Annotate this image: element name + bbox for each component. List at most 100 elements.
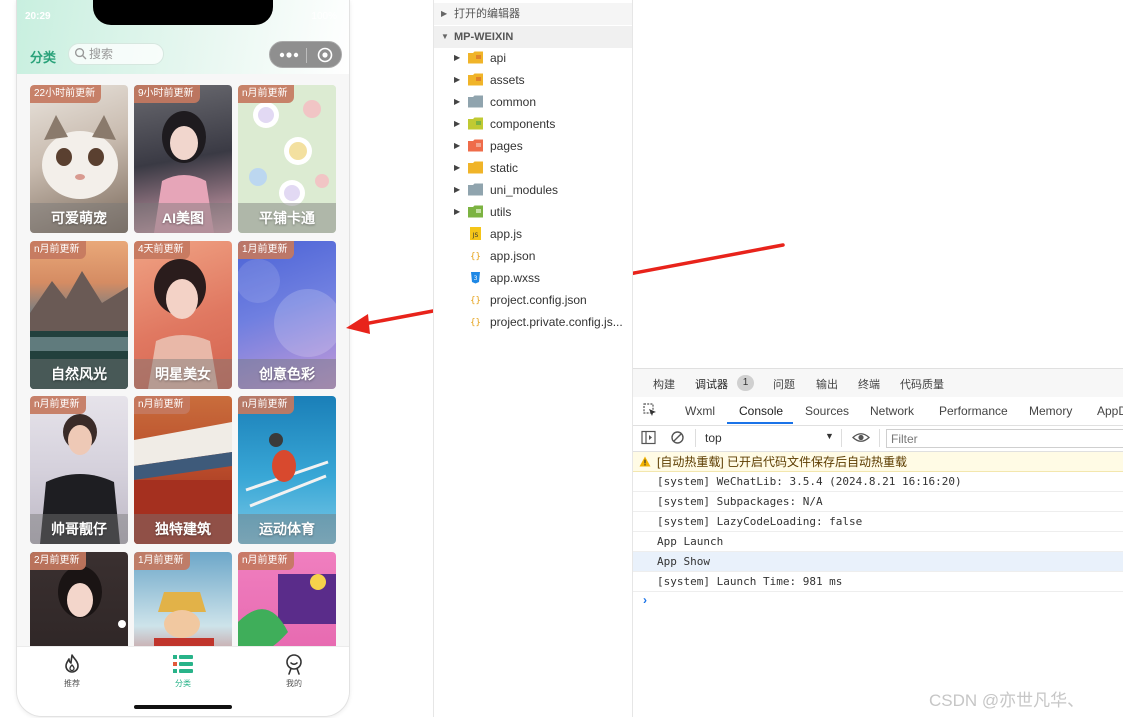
- mini-program-capsule: [269, 41, 342, 68]
- chevron-right-icon: ▶: [454, 141, 461, 150]
- tab-category[interactable]: 分类: [128, 653, 238, 693]
- tab-code-quality[interactable]: 代码质量: [900, 376, 944, 392]
- warning-icon: [639, 456, 651, 467]
- tab-problems[interactable]: 问题: [773, 376, 795, 392]
- file-project-private-config[interactable]: {} project.private.config.js...: [434, 311, 632, 333]
- tab-mine[interactable]: 我的: [239, 653, 349, 693]
- tree-item-label: app.json: [490, 249, 536, 263]
- file-project-config-json[interactable]: {} project.config.json: [434, 289, 632, 311]
- folder-components[interactable]: ▶ components: [434, 113, 632, 135]
- tab-terminal[interactable]: 终端: [858, 376, 880, 392]
- tab-build[interactable]: 构建: [653, 376, 675, 392]
- section-label: 打开的编辑器: [454, 8, 520, 20]
- folder-common[interactable]: ▶ common: [434, 91, 632, 113]
- filter-input[interactable]: [886, 429, 1123, 448]
- debugger-count-badge: 1: [737, 375, 754, 391]
- folder-icon: [468, 139, 483, 152]
- close-miniprogram-icon[interactable]: [317, 47, 333, 63]
- phone-simulator: 20:29 100% 分类 搜索 22小时前更新 可爱萌宠 9小时前更新 AI美…: [16, 0, 350, 717]
- more-icon[interactable]: [279, 50, 299, 60]
- tab-appdata[interactable]: AppD: [1097, 404, 1123, 418]
- category-card[interactable]: n月前更新 帅哥靓仔: [30, 396, 128, 544]
- folder-utils[interactable]: ▶ utils: [434, 201, 632, 223]
- folder-api[interactable]: ▶ api: [434, 47, 632, 69]
- category-card[interactable]: n月前更新: [238, 552, 336, 646]
- tab-recommend[interactable]: 推荐: [17, 653, 127, 693]
- project-section[interactable]: ▼ MP-WEIXIN: [434, 26, 632, 48]
- category-caption: 帅哥靓仔: [30, 514, 128, 544]
- folder-static[interactable]: ▶ static: [434, 157, 632, 179]
- category-caption: 可爱萌宠: [30, 203, 128, 233]
- tab-wxml[interactable]: Wxml: [685, 404, 715, 418]
- category-card[interactable]: 4天前更新 明星美女: [134, 241, 232, 389]
- clear-console-icon[interactable]: [670, 430, 685, 445]
- open-editors-section[interactable]: ▶ 打开的编辑器: [434, 3, 632, 25]
- tab-console[interactable]: Console: [739, 404, 783, 418]
- category-list-icon: [173, 655, 193, 673]
- console-log: [system] Subpackages: N/A: [633, 492, 1123, 512]
- search-box[interactable]: [68, 43, 164, 65]
- svg-text:JS: JS: [472, 232, 479, 239]
- eye-icon[interactable]: [852, 430, 870, 445]
- chevron-right-icon: ▶: [454, 75, 461, 84]
- tab-memory[interactable]: Memory: [1029, 404, 1072, 418]
- chevron-right-icon: ▶: [454, 163, 461, 172]
- console-prompt[interactable]: ›: [643, 593, 647, 607]
- category-card[interactable]: 22小时前更新 可爱萌宠: [30, 85, 128, 233]
- folder-icon: [468, 205, 483, 218]
- file-app-js[interactable]: JS app.js: [434, 223, 632, 245]
- category-card[interactable]: 2月前更新: [30, 552, 128, 646]
- category-card[interactable]: 9小时前更新 AI美图: [134, 85, 232, 233]
- folder-assets[interactable]: ▶ assets: [434, 69, 632, 91]
- devtools-panel: 构建 调试器 1 问题 输出 终端 代码质量 Wxml Console Sour…: [633, 368, 1123, 718]
- chevron-right-icon: ▶: [441, 9, 448, 18]
- update-badge: n月前更新: [238, 85, 294, 103]
- tree-item-label: app.js: [490, 227, 523, 241]
- folder-icon: [468, 51, 483, 64]
- home-indicator: [134, 705, 232, 709]
- phone-notch: [93, 0, 273, 25]
- tree-item-label: api: [490, 51, 507, 65]
- log-text: [system] LazyCodeLoading: false: [657, 515, 863, 528]
- category-card[interactable]: n月前更新 运动体育: [238, 396, 336, 544]
- inspect-element-icon[interactable]: [643, 403, 657, 417]
- svg-text:{}: {}: [470, 252, 481, 262]
- file-app-json[interactable]: {} app.json: [434, 245, 632, 267]
- console-log: [system] WeChatLib: 3.5.4 (2024.8.21 16:…: [633, 472, 1123, 492]
- context-select[interactable]: top: [705, 431, 722, 445]
- tree-item-label: utils: [490, 205, 512, 219]
- tree-item-label: common: [490, 95, 537, 109]
- tree-item-label: pages: [490, 139, 523, 153]
- file-app-wxss[interactable]: 3 app.wxss: [434, 267, 632, 289]
- category-card[interactable]: n月前更新 平铺卡通: [238, 85, 336, 233]
- tab-debugger[interactable]: 调试器: [695, 376, 728, 392]
- search-input[interactable]: [89, 46, 159, 62]
- tab-network[interactable]: Network: [870, 404, 914, 418]
- update-badge: n月前更新: [134, 396, 190, 414]
- category-card[interactable]: n月前更新 独特建筑: [134, 396, 232, 544]
- chevron-right-icon: ▶: [454, 185, 461, 194]
- log-text: [system] Launch Time: 981 ms: [657, 575, 843, 588]
- tree-item-label: project.private.config.js...: [490, 315, 623, 329]
- category-card[interactable]: n月前更新 自然风光: [30, 241, 128, 389]
- tab-label: 我的: [286, 679, 302, 688]
- update-badge: 1月前更新: [238, 241, 294, 259]
- chevron-right-icon: ▶: [454, 97, 461, 106]
- folder-pages[interactable]: ▶ pages: [434, 135, 632, 157]
- tab-output[interactable]: 输出: [816, 376, 838, 392]
- console-log: App Show: [633, 552, 1123, 572]
- chevron-down-icon[interactable]: ▼: [825, 431, 834, 441]
- category-caption: 明星美女: [134, 359, 232, 389]
- folder-uni-modules[interactable]: ▶ uni_modules: [434, 179, 632, 201]
- folder-icon: [468, 73, 483, 86]
- tree-item-label: static: [490, 161, 519, 175]
- tab-sources[interactable]: Sources: [805, 404, 849, 418]
- category-card[interactable]: 1月前更新: [134, 552, 232, 646]
- category-caption: 平铺卡通: [238, 203, 336, 233]
- status-time: 20:29: [25, 11, 51, 22]
- sidebar-toggle-icon[interactable]: [641, 430, 656, 445]
- tab-performance[interactable]: Performance: [939, 404, 1008, 418]
- category-card[interactable]: 1月前更新 创意色彩: [238, 241, 336, 389]
- folder-icon: [468, 95, 483, 108]
- json-file-icon: {}: [470, 318, 481, 328]
